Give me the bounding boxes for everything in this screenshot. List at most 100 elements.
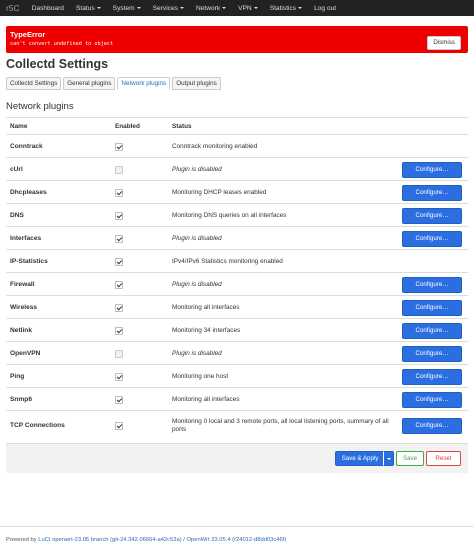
enabled-checkbox[interactable] <box>115 303 123 312</box>
brand-logo[interactable]: r5C <box>6 3 20 13</box>
configure-button[interactable]: Configure… <box>402 417 462 434</box>
configure-button[interactable]: Configure… <box>402 322 462 339</box>
plugin-name: Ping <box>10 373 25 380</box>
nav-item-dashboard[interactable]: Dashboard <box>32 5 64 12</box>
configure-button[interactable]: Configure… <box>402 391 462 408</box>
plugin-status: Plugin is disabled <box>172 280 222 288</box>
plugin-name: IP-Statistics <box>10 258 48 265</box>
enabled-cell <box>115 273 123 296</box>
nav-item-network[interactable]: Network <box>196 5 227 12</box>
plugin-name: Dhcpleases <box>10 189 47 196</box>
save-button[interactable]: Save <box>396 451 424 466</box>
enabled-checkbox[interactable] <box>115 165 123 174</box>
save-apply-button[interactable]: Save & Apply <box>335 451 385 466</box>
save-apply-dropdown-button[interactable] <box>383 451 394 466</box>
enabled-cell <box>115 411 123 440</box>
plugin-status: Monitoring DHCP leases enabled <box>172 188 267 196</box>
plugin-name: OpenVPN <box>10 350 41 357</box>
plugin-name: DNS <box>10 212 24 219</box>
enabled-checkbox[interactable] <box>115 211 123 220</box>
plugin-status: Monitoring one host <box>172 372 229 380</box>
luci-link[interactable]: LuCI openwrt-23.05 branch (git-24.342.06… <box>38 537 181 543</box>
chevron-down-icon <box>222 6 227 9</box>
nav-item-statistics[interactable]: Statistics <box>269 4 303 12</box>
nav-item-log-out[interactable]: Log out <box>314 5 336 12</box>
plugin-name: Conntrack <box>10 143 43 150</box>
plugin-name: Firewall <box>10 281 35 288</box>
enabled-checkbox[interactable] <box>115 349 123 358</box>
checkmark-icon <box>116 422 122 428</box>
nav-item-label: Statistics <box>269 4 297 12</box>
plugin-status: Plugin is disabled <box>172 165 222 173</box>
table-row: DNS Monitoring DNS queries on all interfa… <box>6 203 468 227</box>
configure-button[interactable]: Configure… <box>402 345 462 362</box>
reset-button[interactable]: Reset <box>426 451 461 466</box>
chevron-down-icon <box>136 6 141 9</box>
enabled-checkbox[interactable] <box>115 421 123 430</box>
header-enabled: Enabled <box>115 123 140 130</box>
configure-button[interactable]: Configure… <box>402 276 462 293</box>
dismiss-button[interactable]: Dismiss <box>427 36 461 50</box>
configure-button[interactable]: Configure… <box>402 184 462 201</box>
table-row: IP-Statistics IPv4/IPv6 Statistics monito… <box>6 249 468 273</box>
tab-bar: Collectd Settings General plugins Network … <box>6 77 223 90</box>
configure-button[interactable]: Configure… <box>402 230 462 247</box>
configure-button[interactable]: Configure… <box>402 299 462 316</box>
footer: Powered by LuCI openwrt-23.05 branch (gi… <box>6 537 286 543</box>
tab-general-plugins[interactable]: General plugins <box>63 77 116 90</box>
alert-message: can't convert undefined to object <box>10 41 114 47</box>
table-row: Firewall Plugin is disabled Configure… <box>6 272 468 296</box>
enabled-checkbox[interactable] <box>115 188 123 197</box>
top-navbar: r5C Dashboard Status System Services Network… <box>0 0 474 16</box>
checkmark-icon <box>116 327 122 333</box>
chevron-down-icon <box>253 6 258 9</box>
enabled-checkbox[interactable] <box>115 372 123 381</box>
checkmark-icon <box>116 281 122 287</box>
openwrt-link[interactable]: OpenWrt 23.05.4 (r24012-d8dd03c46f) <box>187 537 287 543</box>
plugin-status: Conntrack monitoring enabled <box>172 142 258 150</box>
plugin-status: Monitoring all interfaces <box>172 303 240 311</box>
nav-item-services[interactable]: Services <box>153 5 184 12</box>
nav-item-label: Log out <box>314 4 337 12</box>
plugin-status: Monitoring 34 interfaces <box>172 326 241 334</box>
nav-item-label: Dashboard <box>31 4 64 12</box>
enabled-checkbox[interactable] <box>115 280 123 289</box>
enabled-cell <box>115 250 123 273</box>
nav-item-status[interactable]: Status <box>76 5 101 12</box>
table-row: TCP Connections Monitoring 0 local and 3 … <box>6 410 468 440</box>
enabled-checkbox[interactable] <box>115 326 123 335</box>
plugin-name: cUrl <box>10 166 23 173</box>
table-row: Netlink Monitoring 34 interfaces Configure… <box>6 318 468 342</box>
plugin-name: Interfaces <box>10 235 42 242</box>
configure-button[interactable]: Configure… <box>402 207 462 224</box>
table-row: Dhcpleases Monitoring DHCP leases enabled… <box>6 180 468 204</box>
tab-network-plugins[interactable]: Network plugins <box>117 77 171 90</box>
plugin-status: Monitoring 0 local and 3 remote ports, a… <box>172 417 389 433</box>
configure-button[interactable]: Configure… <box>402 161 462 178</box>
enabled-checkbox[interactable] <box>115 257 123 266</box>
form-actions-bar: Save & Apply Save Reset <box>6 443 468 473</box>
tab-output-plugins[interactable]: Output plugins <box>172 77 221 90</box>
enabled-checkbox[interactable] <box>115 234 123 243</box>
nav-item-system[interactable]: System <box>113 5 141 12</box>
enabled-cell <box>115 296 123 319</box>
plugin-status: IPv4/IPv6 Statistics monitoring enabled <box>172 257 283 265</box>
chevron-down-icon <box>179 6 184 9</box>
chevron-down-icon <box>386 457 391 460</box>
enabled-cell <box>115 342 123 365</box>
nav-item-vpn[interactable]: VPN <box>238 5 258 12</box>
checkmark-icon <box>116 189 122 195</box>
table-header: Name Enabled Status <box>6 117 468 135</box>
plugin-status: Monitoring all interfaces <box>172 395 240 403</box>
tab-collectd-settings[interactable]: Collectd Settings <box>6 77 62 90</box>
enabled-checkbox[interactable] <box>115 142 123 151</box>
enabled-checkbox[interactable] <box>115 395 123 404</box>
nav-item-label: Status <box>75 4 95 12</box>
configure-button[interactable]: Configure… <box>402 368 462 385</box>
nav-item-label: Services <box>152 4 178 12</box>
footer-prefix: Powered by <box>6 537 39 543</box>
plugin-name: Wireless <box>10 304 38 311</box>
table-row: Interfaces Plugin is disabled Configure… <box>6 226 468 250</box>
checkmark-icon <box>116 396 122 402</box>
footer-divider <box>0 526 474 527</box>
